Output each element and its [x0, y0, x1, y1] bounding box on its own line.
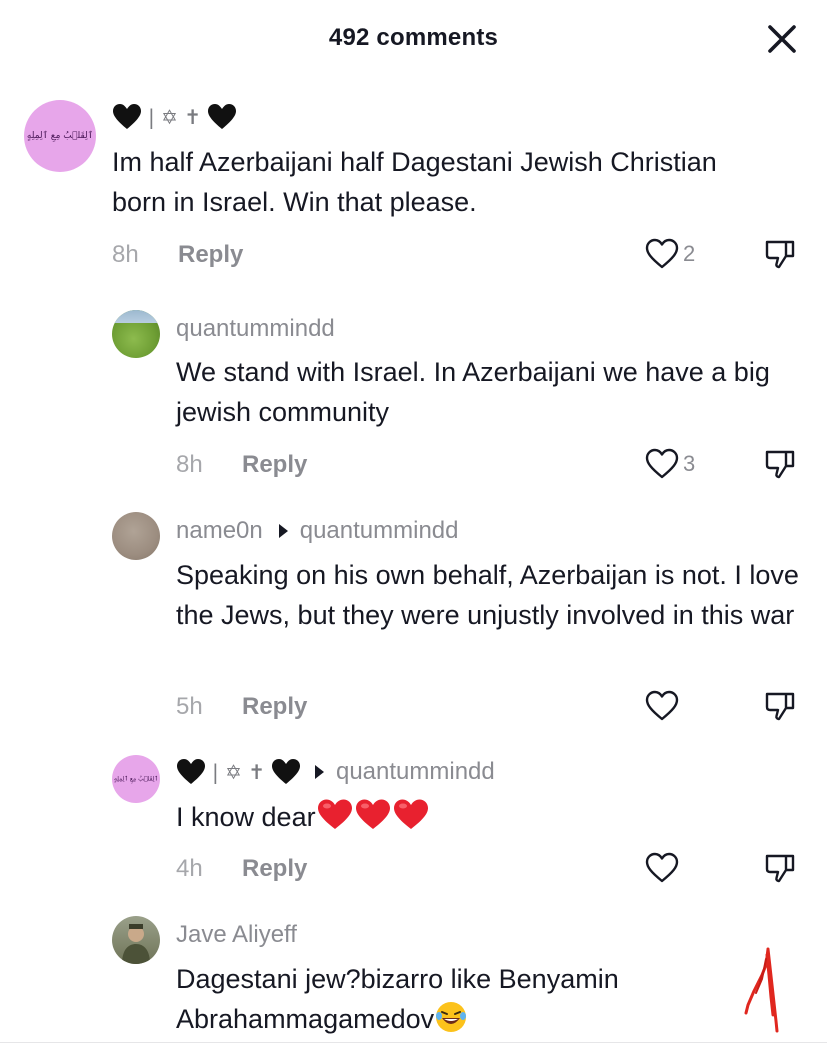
- dislike-icon[interactable]: [764, 852, 796, 884]
- avatar-text: ٱلِقَلۡبُ مِعِ ٱلِمِلِهٍ: [113, 775, 159, 783]
- comment-actions: 8h Reply: [176, 448, 307, 482]
- comment-time: 8h: [176, 451, 203, 478]
- username: 🖤 ✡ ✝ 🖤 | ✡ ✝: [176, 758, 301, 786]
- like-button[interactable]: 3: [645, 448, 695, 480]
- red-annotation-mark: [744, 947, 779, 1033]
- reply-button[interactable]: Reply: [242, 693, 307, 721]
- comment-author[interactable]: Jave Aliyeff: [176, 920, 297, 950]
- comment-text: Speaking on his own behalf, Azerbaijan i…: [176, 560, 799, 630]
- reply-button[interactable]: Reply: [242, 855, 307, 883]
- comment-text: We stand with Israel. In Azerbaijani we …: [176, 357, 770, 427]
- comment-author[interactable]: quantummindd: [176, 314, 335, 344]
- like-button[interactable]: [645, 852, 683, 884]
- comment-author[interactable]: name0n quantummindd: [176, 516, 459, 546]
- avatar[interactable]: ٱلِقَلۡبُ مِعِ ٱلِمِلِهٍ: [24, 100, 96, 172]
- symbol-glyphs: | ✡ ✝: [148, 105, 201, 129]
- avatar[interactable]: [112, 310, 160, 358]
- red-heart-emoji: [317, 799, 352, 829]
- comment-actions: 4h Reply: [176, 852, 307, 886]
- comment-author[interactable]: 🖤 ✡ ✝ 🖤 | ✡ ✝: [112, 100, 237, 134]
- avatar[interactable]: [112, 512, 160, 560]
- like-count: 2: [683, 241, 696, 266]
- reply-target-username[interactable]: quantummindd: [336, 758, 495, 786]
- red-heart-emoji: [355, 799, 390, 829]
- like-count: 3: [683, 451, 696, 476]
- heart-outline-icon: [645, 448, 679, 479]
- heart-outline-icon: [645, 852, 679, 883]
- username: Jave Aliyeff: [176, 921, 297, 948]
- comments-header: 492 comments: [0, 0, 827, 80]
- reply-button[interactable]: Reply: [242, 451, 307, 479]
- avatar-text: ٱلِقَلۡبُ مِعِ ٱلِمِلِهٍ: [26, 131, 94, 141]
- comment-time: 5h: [176, 693, 203, 720]
- black-heart-emoji: [271, 759, 300, 784]
- comment-author[interactable]: 🖤 ✡ ✝ 🖤 | ✡ ✝ quantummindd: [176, 755, 495, 789]
- avatar[interactable]: [112, 916, 160, 964]
- divider: [0, 1042, 827, 1043]
- dislike-icon[interactable]: [764, 448, 796, 480]
- comment-actions: 5h Reply: [176, 690, 307, 724]
- symbol-glyphs: | ✡ ✝: [212, 760, 265, 784]
- dislike-icon[interactable]: [764, 238, 796, 270]
- like-button[interactable]: [645, 690, 683, 722]
- username: quantummindd: [176, 315, 335, 342]
- comment-text-body: Dagestani jew?bizarro like Benyamin Abra…: [176, 964, 619, 1034]
- black-heart-emoji: [207, 104, 236, 129]
- comment-text: I know dear: [176, 797, 806, 837]
- comment-text-body: I know dear: [176, 802, 316, 832]
- reply-arrow-icon: [278, 524, 288, 538]
- black-heart-emoji: [113, 104, 141, 129]
- comment-time: 8h: [112, 241, 139, 268]
- comment-text: Im half Azerbaijani half Dagestani Jewis…: [112, 147, 717, 217]
- username: 🖤 ✡ ✝ 🖤 | ✡ ✝: [112, 103, 237, 131]
- close-icon[interactable]: [765, 22, 799, 56]
- like-button[interactable]: 2: [645, 238, 695, 270]
- heart-outline-icon: [645, 690, 679, 721]
- heart-outline-icon: [645, 238, 679, 269]
- comments-count-title: 492 comments: [328, 24, 499, 51]
- reply-button[interactable]: Reply: [178, 241, 243, 269]
- black-heart-emoji: [177, 759, 205, 784]
- comment-actions: 8h Reply: [112, 238, 243, 272]
- laughing-emoji: [436, 1002, 467, 1032]
- avatar-photo: [122, 924, 150, 964]
- comment-text: Dagestani jew?bizarro like Benyamin Abra…: [176, 959, 736, 1039]
- dislike-icon[interactable]: [764, 690, 796, 722]
- comment-time: 4h: [176, 855, 203, 882]
- avatar[interactable]: ٱلِقَلۡبُ مِعِ ٱلِمِلِهٍ: [112, 755, 160, 803]
- red-heart-emoji: [393, 799, 428, 829]
- username: name0n: [176, 517, 263, 544]
- reply-arrow-icon: [314, 765, 324, 779]
- reply-target-username[interactable]: quantummindd: [300, 517, 459, 545]
